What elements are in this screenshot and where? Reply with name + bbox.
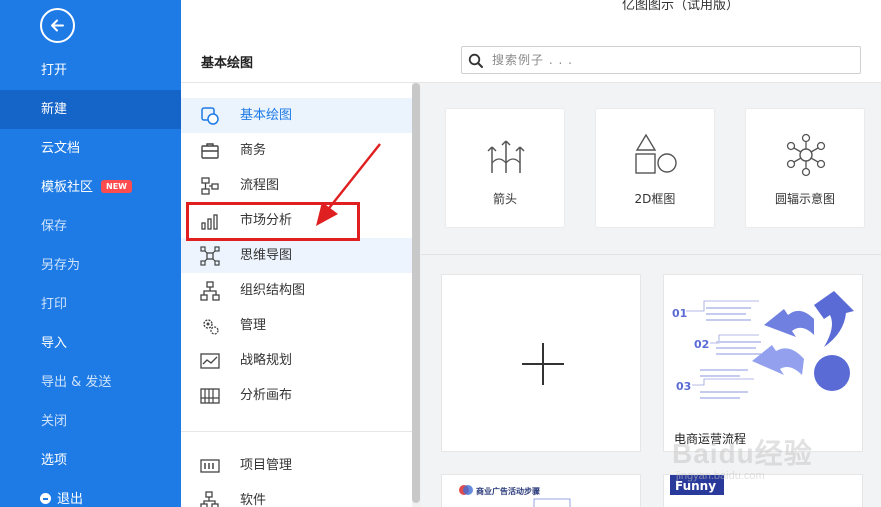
- category-management[interactable]: 管理: [181, 308, 412, 343]
- category-label: 软件: [240, 493, 267, 507]
- menu-exit[interactable]: 退出: [0, 480, 181, 507]
- canvas-grid-icon: [200, 388, 220, 404]
- menu-cloud-docs-label: 云文档: [41, 141, 81, 156]
- category-project-management[interactable]: 项目管理: [181, 448, 412, 483]
- file-menu-sidebar: 打开 新建 云文档 模板社区 NEW 保存 另存为 打印 导入 导出 & 发送 关…: [0, 0, 181, 507]
- type-card-label: 箭头: [492, 192, 517, 206]
- category-label: 项目管理: [240, 458, 293, 473]
- radial-diagram-icon: [786, 133, 826, 177]
- category-label: 流程图: [240, 178, 280, 193]
- watermark-url: jingyan.baidu.com: [676, 470, 765, 482]
- category-scrollbar-thumb[interactable]: [412, 83, 420, 503]
- flowchart-icon: [201, 177, 219, 195]
- template-ad-campaign-steps[interactable]: 商业广告活动步骤: [441, 474, 641, 507]
- arrow-left-circle-icon: [51, 19, 64, 32]
- category-mindmap[interactable]: 思维导图: [181, 238, 412, 273]
- shapes-2d-icon: [635, 133, 677, 174]
- category-label: 基本绘图: [240, 108, 293, 123]
- content-divider: [421, 254, 881, 255]
- menu-import[interactable]: 导入: [0, 324, 181, 363]
- menu-save[interactable]: 保存: [0, 207, 181, 246]
- app-title: 亿图图示（试用版）: [622, 0, 740, 13]
- menu-exit-label: 退出: [57, 492, 84, 507]
- menu-options[interactable]: 选项: [0, 441, 181, 480]
- menu-export-send-label: 导出 & 发送: [41, 375, 112, 390]
- menu-import-label: 导入: [41, 336, 68, 351]
- menu-export-send[interactable]: 导出 & 发送: [0, 363, 181, 402]
- category-analysis-canvas[interactable]: 分析画布: [181, 378, 412, 413]
- search-box[interactable]: [461, 46, 861, 74]
- category-label: 战略规划: [240, 353, 293, 368]
- org-chart-icon: [200, 281, 220, 301]
- menu-save-as[interactable]: 另存为: [0, 246, 181, 285]
- menu-save-as-label: 另存为: [41, 258, 81, 273]
- menu-close-label: 关闭: [41, 414, 68, 429]
- annotation-arrow-icon: [316, 143, 381, 226]
- preview-step-number: 02: [694, 338, 709, 351]
- search-input[interactable]: [492, 50, 852, 70]
- menu-cloud-docs[interactable]: 云文档: [0, 129, 181, 168]
- menu-close[interactable]: 关闭: [0, 402, 181, 441]
- category-label: 分析画布: [240, 388, 293, 403]
- line-chart-icon: [200, 353, 220, 369]
- type-card-label: 2D框图: [634, 192, 676, 206]
- type-card-2d-block[interactable]: 2D框图: [595, 108, 715, 228]
- template-preview-image: 商业广告活动步骤: [459, 485, 571, 507]
- menu-template-community[interactable]: 模板社区 NEW: [0, 168, 181, 207]
- preview-heading: 商业广告活动步骤: [476, 486, 540, 496]
- back-button[interactable]: [40, 8, 75, 43]
- exit-icon: [40, 493, 51, 504]
- category-divider: [181, 431, 412, 432]
- menu-save-label: 保存: [41, 219, 68, 234]
- category-label: 思维导图: [240, 248, 293, 263]
- menu-print-label: 打印: [41, 297, 68, 312]
- menu-new[interactable]: 新建: [0, 90, 181, 129]
- category-org-chart[interactable]: 组织结构图: [181, 273, 412, 308]
- menu-open-label: 打开: [41, 63, 68, 78]
- category-strategic-planning[interactable]: 战略规划: [181, 343, 412, 378]
- category-basic-drawing[interactable]: 基本绘图: [181, 98, 412, 133]
- app-window: 打开 新建 云文档 模板社区 NEW 保存 另存为 打印 导入 导出 & 发送 关…: [0, 0, 881, 507]
- mindmap-icon: [200, 246, 220, 266]
- software-tree-icon: [200, 491, 219, 507]
- type-card-arrows[interactable]: 箭头: [445, 108, 565, 228]
- new-blank-template[interactable]: [441, 274, 641, 452]
- gantt-icon: [200, 459, 220, 473]
- template-preview-image: 01 02 03: [672, 291, 854, 399]
- menu-options-label: 选项: [41, 453, 68, 468]
- page-title: 基本绘图: [201, 56, 254, 71]
- menu-print[interactable]: 打印: [0, 285, 181, 324]
- plus-icon: [542, 343, 544, 385]
- menu-template-community-label: 模板社区: [41, 180, 94, 195]
- arrows-icon: [487, 140, 525, 173]
- category-software[interactable]: 软件: [181, 483, 412, 507]
- preview-step-number: 01: [672, 307, 687, 320]
- menu-open[interactable]: 打开: [0, 51, 181, 90]
- category-label: 管理: [240, 318, 267, 333]
- menu-new-label: 新建: [41, 102, 68, 117]
- search-icon: [468, 53, 483, 68]
- gears-icon: [203, 319, 219, 335]
- preview-step-number: 03: [676, 380, 691, 393]
- category-label: 组织结构图: [240, 283, 306, 298]
- new-badge: NEW: [101, 180, 132, 193]
- watermark-text: Baidu经验: [672, 438, 813, 469]
- type-card-radial-diagram[interactable]: 圆辐示意图: [745, 108, 865, 228]
- briefcase-icon: [201, 143, 219, 159]
- category-label: 商务: [240, 143, 267, 158]
- basic-shapes-icon: [201, 107, 219, 125]
- type-card-label: 圆辐示意图: [774, 192, 835, 206]
- baidu-watermark: Baidu经验 jingyan.baidu.com: [672, 420, 877, 500]
